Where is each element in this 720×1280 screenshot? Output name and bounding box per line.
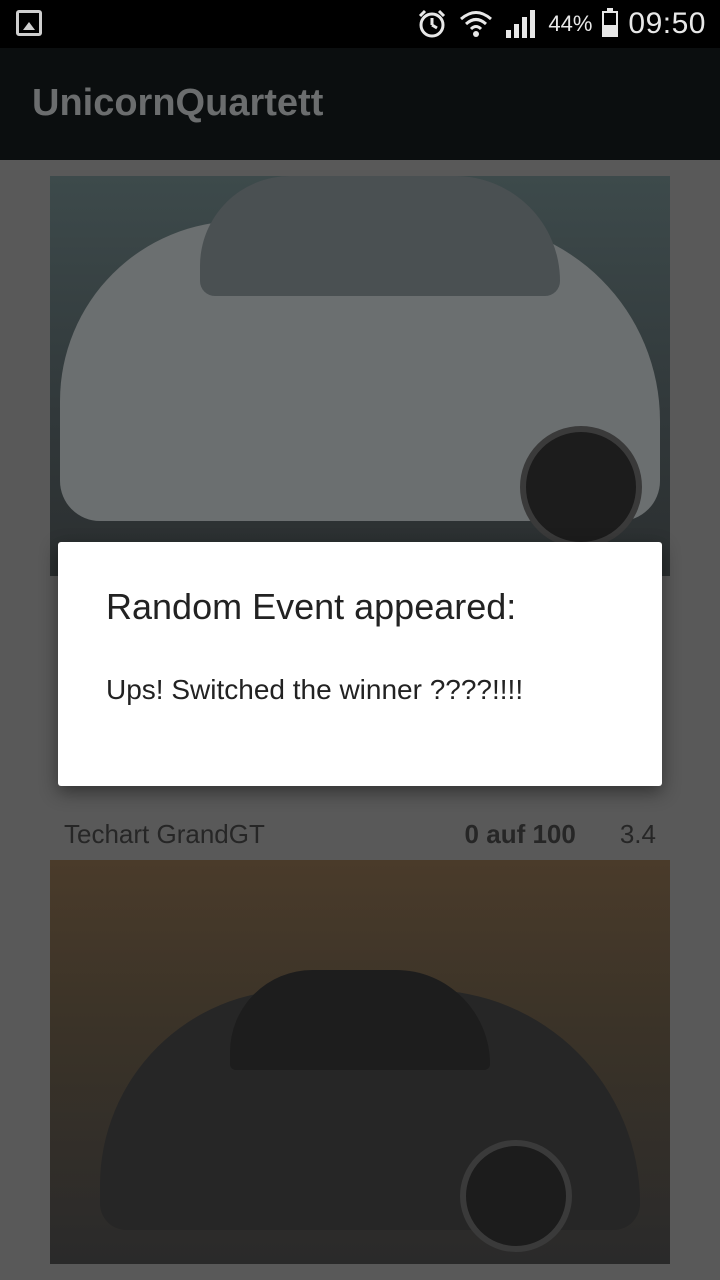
alarm-icon xyxy=(419,9,446,38)
signal-icon xyxy=(506,10,536,38)
battery-icon xyxy=(602,8,619,37)
car-image-top[interactable] xyxy=(50,176,670,576)
wheel-shape xyxy=(460,1140,572,1252)
battery-percent: 44% xyxy=(548,11,593,36)
card-name: Techart GrandGT xyxy=(64,818,265,849)
app-bar: UnicornQuartett xyxy=(0,48,720,160)
app-title: UnicornQuartett xyxy=(32,82,324,124)
gallery-icon xyxy=(16,10,42,36)
random-event-dialog[interactable]: Random Event appeared: Ups! Switched the… xyxy=(58,542,662,786)
wifi-icon xyxy=(460,11,493,37)
card-attribute-value: 0 auf 100 xyxy=(464,818,576,849)
card-row[interactable]: Techart GrandGT 0 auf 100 3.4 xyxy=(64,814,656,854)
wheel-shape xyxy=(520,426,642,548)
car-roof-shape xyxy=(200,176,560,296)
dialog-message: Ups! Switched the winner ????!!!! xyxy=(106,674,524,705)
status-icons: 44% 09:50 xyxy=(416,6,706,42)
car-image-bottom[interactable] xyxy=(50,860,670,1264)
car-roof-shape xyxy=(230,970,490,1070)
card-score: 3.4 xyxy=(619,818,656,849)
dialog-title: Random Event appeared: xyxy=(106,586,517,627)
clock: 09:50 xyxy=(628,7,706,40)
status-bar: 44% 09:50 xyxy=(0,0,720,48)
